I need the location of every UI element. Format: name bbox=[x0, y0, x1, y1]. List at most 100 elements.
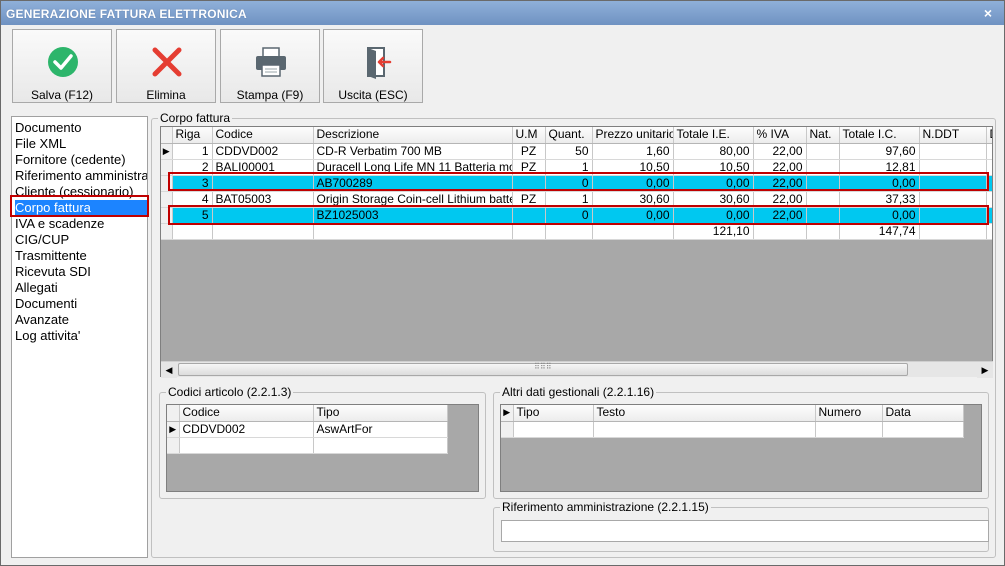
cell-codice[interactable]: CDDVD002 bbox=[179, 421, 314, 438]
col-iva[interactable]: % IVA bbox=[753, 127, 807, 144]
col-testo[interactable]: Testo bbox=[593, 405, 816, 422]
nav-item-riferimento-amministrazione[interactable]: Riferimento amministrazione bbox=[15, 168, 147, 184]
totals-cell-empty bbox=[806, 223, 840, 240]
title-bar: GENERAZIONE FATTURA ELETTRONICA × bbox=[1, 1, 1004, 25]
riferimento-amministrazione-title: Riferimento amministrazione (2.2.1.15) bbox=[500, 500, 711, 514]
cell-quant[interactable]: 50 bbox=[545, 143, 593, 160]
horizontal-scrollbar[interactable]: ◀ ⠿⠿⠿ ▶ bbox=[161, 361, 993, 378]
totals-cell-empty bbox=[172, 223, 213, 240]
corpo-fattura-title: Corpo fattura bbox=[158, 111, 233, 125]
current-row-indicator-icon: ▶ bbox=[167, 421, 180, 438]
table-row-new[interactable] bbox=[501, 421, 964, 438]
nav-item-allegati[interactable]: Allegati bbox=[15, 280, 147, 296]
totals-cell-empty bbox=[545, 223, 593, 240]
cell-tipo[interactable] bbox=[313, 437, 448, 454]
totals-row: 121,10 147,74 bbox=[161, 223, 992, 240]
riferimento-amministrazione-input[interactable] bbox=[501, 520, 989, 542]
col-riga[interactable]: Riga bbox=[172, 127, 213, 144]
section-nav: Documento File XML Fornitore (cedente) R… bbox=[11, 116, 148, 558]
col-codice[interactable]: Codice bbox=[179, 405, 314, 422]
codici-articolo-title: Codici articolo (2.2.1.3) bbox=[166, 385, 294, 399]
col-tipo[interactable]: Tipo bbox=[513, 405, 594, 422]
altri-dati-table: ▶ Tipo Testo Numero Data bbox=[501, 405, 964, 438]
selected-nav-highlight bbox=[10, 195, 149, 217]
exit-button[interactable]: Uscita (ESC) bbox=[323, 29, 423, 103]
col-descrizione[interactable]: Descrizione bbox=[313, 127, 513, 144]
total-ie-value: 121,10 bbox=[673, 223, 754, 240]
col-numero[interactable]: Numero bbox=[815, 405, 883, 422]
close-icon[interactable]: × bbox=[980, 5, 996, 21]
delete-button[interactable]: Elimina bbox=[116, 29, 216, 103]
cell-numero[interactable] bbox=[815, 421, 883, 438]
cell-totale-ie[interactable]: 80,00 bbox=[673, 143, 754, 160]
table-row[interactable]: ▶ 1 CDDVD002 CD-R Verbatim 700 MB PZ 50 … bbox=[161, 143, 992, 160]
scroll-right-icon[interactable]: ▶ bbox=[977, 362, 993, 378]
altri-dati-grid: ▶ Tipo Testo Numero Data bbox=[500, 404, 982, 492]
corpo-fattura-grid: Riga Codice Descrizione U.M Quant. Prezz… bbox=[160, 126, 993, 377]
current-row-indicator-icon: ▶ bbox=[161, 143, 173, 160]
row-3-annotation-box bbox=[168, 172, 989, 191]
exit-door-icon bbox=[367, 47, 392, 79]
codici-articolo-grid: Codice Tipo ▶ CDDVD002 AswArtFor bbox=[166, 404, 479, 492]
nav-item-documenti[interactable]: Documenti bbox=[15, 296, 147, 312]
col-totale-ie[interactable]: Totale I.E. bbox=[673, 127, 754, 144]
cell-data[interactable] bbox=[882, 421, 964, 438]
altri-dati-title: Altri dati gestionali (2.2.1.16) bbox=[500, 385, 657, 399]
cell-um[interactable]: PZ bbox=[512, 143, 546, 160]
col-totale-ic[interactable]: Totale I.C. bbox=[839, 127, 920, 144]
current-row-indicator-icon: ▶ bbox=[501, 405, 514, 422]
nav-item-ricevuta-sdi[interactable]: Ricevuta SDI bbox=[15, 264, 147, 280]
col-quant[interactable]: Quant. bbox=[545, 127, 593, 144]
totals-cell-empty bbox=[986, 223, 992, 240]
cell-d[interactable] bbox=[986, 143, 992, 160]
col-n-ddt[interactable]: N.DDT bbox=[919, 127, 987, 144]
cell-tipo[interactable] bbox=[513, 421, 594, 438]
scrollbar-thumb[interactable]: ⠿⠿⠿ bbox=[178, 362, 908, 376]
printer-icon bbox=[256, 47, 286, 77]
cell-tipo[interactable]: AswArtFor bbox=[313, 421, 448, 438]
col-codice[interactable]: Codice bbox=[212, 127, 314, 144]
scrollbar-grip-icon: ⠿⠿⠿ bbox=[534, 362, 552, 371]
cell-nat[interactable] bbox=[806, 143, 840, 160]
save-button[interactable]: Salva (F12) bbox=[12, 29, 112, 103]
cell-n-ddt[interactable] bbox=[919, 143, 987, 160]
col-um[interactable]: U.M bbox=[512, 127, 546, 144]
row-header-corner bbox=[167, 405, 180, 422]
nav-item-trasmittente[interactable]: Trasmittente bbox=[15, 248, 147, 264]
col-data[interactable]: Data bbox=[882, 405, 964, 422]
nav-item-documento[interactable]: Documento bbox=[15, 120, 147, 136]
table-row[interactable]: ▶ CDDVD002 AswArtFor bbox=[167, 421, 448, 438]
cell-prezzo[interactable]: 1,60 bbox=[592, 143, 674, 160]
row-header bbox=[167, 437, 180, 454]
exit-button-label: Uscita (ESC) bbox=[338, 88, 408, 102]
cell-totale-ic[interactable]: 97,60 bbox=[839, 143, 920, 160]
print-button[interactable]: Stampa (F9) bbox=[220, 29, 320, 103]
nav-item-avanzate[interactable]: Avanzate bbox=[15, 312, 147, 328]
totals-cell-empty bbox=[919, 223, 987, 240]
nav-item-file-xml[interactable]: File XML bbox=[15, 136, 147, 152]
cell-riga[interactable]: 1 bbox=[172, 143, 213, 160]
nav-item-fornitore[interactable]: Fornitore (cedente) bbox=[15, 152, 147, 168]
cell-iva[interactable]: 22,00 bbox=[753, 143, 807, 160]
main-window: GENERAZIONE FATTURA ELETTRONICA × Salva … bbox=[0, 0, 1005, 566]
nav-item-log-attivita[interactable]: Log attivita' bbox=[15, 328, 147, 344]
codici-table: Codice Tipo ▶ CDDVD002 AswArtFor bbox=[167, 405, 448, 454]
col-prezzo-unitario[interactable]: Prezzo unitario bbox=[592, 127, 674, 144]
table-row-new[interactable] bbox=[167, 437, 448, 454]
nav-item-iva-scadenze[interactable]: IVA e scadenze bbox=[15, 216, 147, 232]
cell-codice[interactable] bbox=[179, 437, 314, 454]
cell-testo[interactable] bbox=[593, 421, 816, 438]
row-header-corner bbox=[161, 127, 173, 144]
check-circle-icon bbox=[48, 47, 78, 77]
cell-codice[interactable]: CDDVD002 bbox=[212, 143, 314, 160]
col-nat[interactable]: Nat. bbox=[806, 127, 840, 144]
col-d[interactable]: D bbox=[986, 127, 992, 144]
nav-item-cig-cup[interactable]: CIG/CUP bbox=[15, 232, 147, 248]
delete-button-label: Elimina bbox=[146, 88, 186, 102]
save-button-label: Salva (F12) bbox=[30, 88, 94, 102]
col-tipo[interactable]: Tipo bbox=[313, 405, 448, 422]
total-ic-value: 147,74 bbox=[839, 223, 920, 240]
totals-cell-empty bbox=[592, 223, 674, 240]
scroll-left-icon[interactable]: ◀ bbox=[161, 362, 177, 378]
cell-descrizione[interactable]: CD-R Verbatim 700 MB bbox=[313, 143, 513, 160]
